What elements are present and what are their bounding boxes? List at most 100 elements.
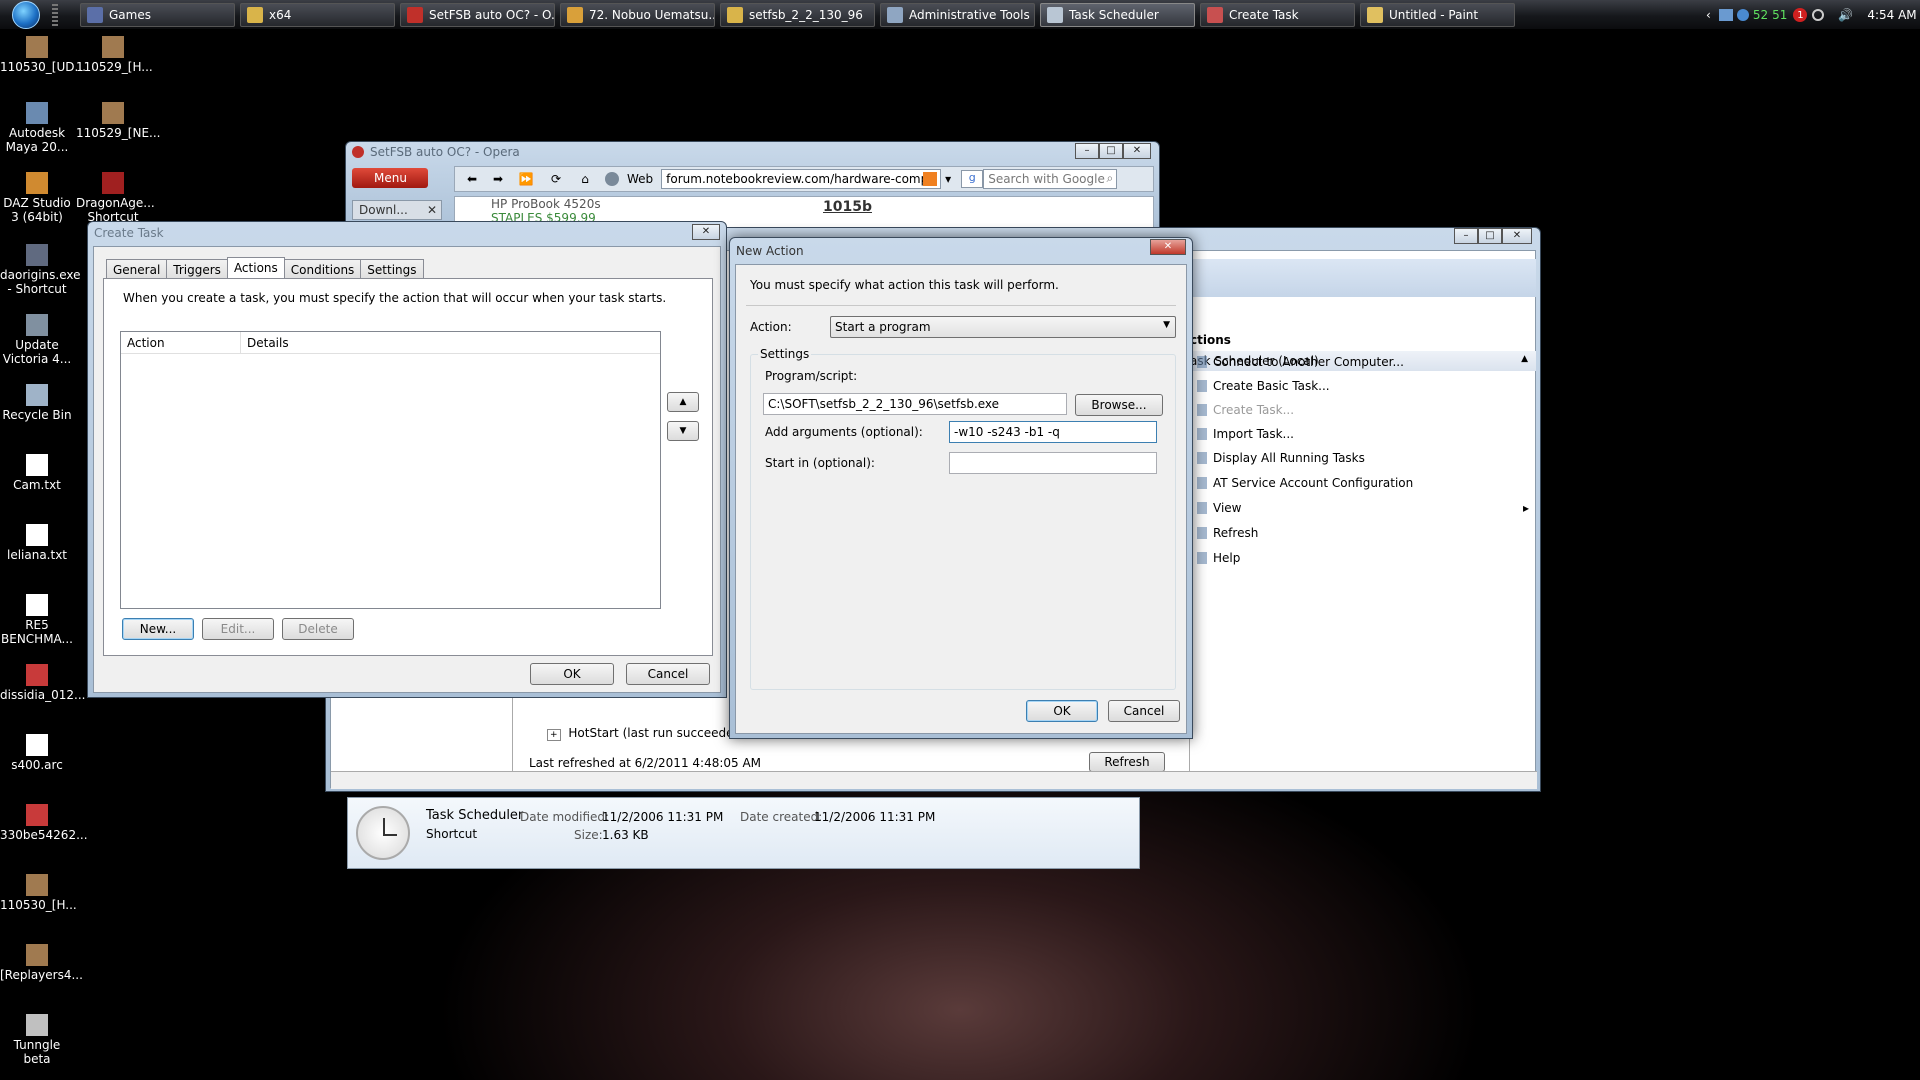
- taskbar-item[interactable]: Untitled - Paint: [1360, 3, 1515, 27]
- scheduler-minimize-button[interactable]: –: [1454, 228, 1478, 244]
- forward-icon[interactable]: ➡: [485, 172, 511, 186]
- desktop-icon[interactable]: Recycle Bin: [0, 384, 74, 422]
- desktop-icon[interactable]: [Replayers4...: [0, 944, 83, 982]
- create-task-cancel-button[interactable]: Cancel: [626, 663, 710, 685]
- create-task-titlebar[interactable]: Create Task: [88, 222, 726, 244]
- taskbar-item[interactable]: 72. Nobuo Uematsu...: [560, 3, 715, 27]
- home-icon[interactable]: ⌂: [571, 172, 599, 186]
- globe-icon[interactable]: [1736, 9, 1749, 21]
- desktop-icon[interactable]: s400.arc: [0, 734, 74, 772]
- clock[interactable]: 4:54 AM: [1867, 8, 1916, 22]
- new-action-ok-button[interactable]: OK: [1026, 700, 1098, 722]
- opera-tab-downloads[interactable]: Downl... ✕: [352, 200, 442, 220]
- desktop-icon[interactable]: Cam.txt: [0, 454, 74, 492]
- desktop-icon[interactable]: RE5 BENCHMA...: [0, 594, 74, 646]
- scheduler-action-item[interactable]: AT Service Account Configuration: [1197, 476, 1413, 490]
- tray-badge[interactable]: 1: [1793, 8, 1808, 22]
- tab-settings[interactable]: Settings: [360, 259, 424, 279]
- create-task-close-button[interactable]: ✕: [692, 224, 720, 240]
- address-bar[interactable]: forum.notebookreview.com/hardware-comp: [661, 169, 942, 189]
- search-box[interactable]: Search with Google ⌕: [983, 169, 1118, 189]
- desktop-icon[interactable]: DAZ Studio 3 (64bit): [0, 172, 74, 224]
- tab-close-icon[interactable]: ✕: [427, 203, 437, 217]
- desktop-icon-label: 110530_[H...: [0, 898, 77, 912]
- desktop-icon[interactable]: Update Victoria 4...: [0, 314, 74, 366]
- opera-menu-button[interactable]: Menu: [352, 168, 428, 188]
- program-field[interactable]: C:\SOFT\setfsb_2_2_130_96\setfsb.exe: [763, 393, 1067, 415]
- new-action-instruction: You must specify what action this task w…: [750, 278, 1059, 292]
- network-icon[interactable]: [1718, 9, 1733, 21]
- desktop-icon[interactable]: leliana.txt: [0, 524, 74, 562]
- desktop-icon[interactable]: daorigins.exe - Shortcut: [0, 244, 81, 296]
- volume-icon[interactable]: 🔊: [1838, 8, 1853, 22]
- google-icon[interactable]: g: [961, 170, 984, 188]
- scheduler-action-item[interactable]: Import Task...: [1197, 427, 1294, 441]
- scheduler-action-item[interactable]: Refresh: [1197, 526, 1258, 540]
- taskbar-item[interactable]: Create Task: [1200, 3, 1355, 27]
- new-action-close-button[interactable]: ✕: [1150, 239, 1186, 255]
- desktop-icon[interactable]: Tunngle beta: [0, 1014, 74, 1066]
- scheduler-action-item[interactable]: Connect to Another Computer...: [1197, 355, 1404, 369]
- col-action-header[interactable]: Action: [121, 332, 241, 353]
- tab-conditions[interactable]: Conditions: [283, 259, 362, 279]
- desktop-icon[interactable]: 110530_[UD...: [0, 36, 86, 74]
- collapse-icon[interactable]: ▲: [1521, 354, 1528, 364]
- browse-button[interactable]: Browse...: [1075, 394, 1163, 416]
- taskbar-item[interactable]: x64: [240, 3, 395, 27]
- scheduler-action-item[interactable]: View ▸: [1197, 501, 1529, 515]
- reload-icon[interactable]: ⟳: [541, 172, 571, 186]
- taskbar-item[interactable]: Administrative Tools: [880, 3, 1035, 27]
- maximize-button[interactable]: □: [1099, 143, 1123, 159]
- close-button[interactable]: ✕: [1123, 143, 1151, 159]
- start-button[interactable]: [4, 0, 48, 30]
- tab-triggers[interactable]: Triggers: [166, 259, 228, 279]
- desktop-icon[interactable]: Autodesk Maya 20...: [0, 102, 74, 154]
- address-dropdown-icon[interactable]: ▾: [945, 172, 951, 186]
- power-icon[interactable]: [1812, 9, 1825, 21]
- create-task-ok-button[interactable]: OK: [530, 663, 614, 685]
- desktop-icon[interactable]: 110529_[H...: [76, 36, 153, 74]
- actions-list[interactable]: Action Details: [120, 331, 661, 609]
- taskbar-item[interactable]: Games: [80, 3, 235, 27]
- move-down-button[interactable]: ▼: [667, 421, 699, 441]
- scheduler-refresh-button[interactable]: Refresh: [1089, 752, 1165, 772]
- delete-action-button[interactable]: Delete: [282, 618, 354, 640]
- taskbar-item[interactable]: setfsb_2_2_130_96: [720, 3, 875, 27]
- fast-forward-icon[interactable]: ⏩: [511, 172, 541, 186]
- minimize-button[interactable]: –: [1075, 143, 1099, 159]
- taskbar-grip[interactable]: [52, 3, 58, 26]
- rss-icon[interactable]: [923, 172, 938, 186]
- col-details-header[interactable]: Details: [241, 332, 295, 353]
- new-action-cancel-button[interactable]: Cancel: [1108, 700, 1180, 722]
- action-select[interactable]: Start a program ▼: [830, 316, 1176, 338]
- back-icon[interactable]: ⬅: [459, 172, 485, 186]
- desktop-icon[interactable]: 110529_[NE...: [76, 102, 161, 140]
- new-action-button[interactable]: New...: [122, 618, 194, 640]
- scheduler-action-item[interactable]: Help: [1197, 551, 1240, 565]
- chevron-left-icon[interactable]: ‹: [1706, 8, 1711, 22]
- hotstart-row[interactable]: + HotStart (last run succeeded at: [547, 726, 757, 741]
- startin-field[interactable]: [949, 452, 1157, 474]
- desktop-icon[interactable]: 110530_[H...: [0, 874, 77, 912]
- scheduler-action-item[interactable]: Create Task...: [1197, 403, 1294, 417]
- scheduler-action-item[interactable]: Create Basic Task...: [1197, 379, 1330, 393]
- desktop-icon[interactable]: dissidia_012...: [0, 664, 85, 702]
- scheduler-close-button[interactable]: ✕: [1502, 228, 1532, 244]
- desktop-icon[interactable]: DragonAge... Shortcut: [76, 172, 155, 224]
- scheduler-action-item[interactable]: Display All Running Tasks: [1197, 451, 1365, 465]
- tab-actions[interactable]: Actions: [226, 257, 285, 279]
- new-action-titlebar[interactable]: New Action: [730, 238, 1192, 264]
- taskbar-item[interactable]: SetFSB auto OC? - O...: [400, 3, 555, 27]
- scheduler-maximize-button[interactable]: □: [1478, 228, 1502, 244]
- opera-titlebar[interactable]: SetFSB auto OC? - Opera: [346, 142, 1159, 162]
- opera-logo-icon: [352, 146, 364, 158]
- tab-general[interactable]: General: [106, 259, 168, 279]
- expand-icon[interactable]: +: [547, 729, 561, 741]
- taskbar-item[interactable]: Task Scheduler: [1040, 3, 1195, 27]
- edit-action-button[interactable]: Edit...: [202, 618, 274, 640]
- move-up-button[interactable]: ▲: [667, 392, 699, 412]
- search-icon[interactable]: ⌕: [1106, 171, 1113, 186]
- opera-toolbar: ⬅ ➡ ⏩ ⟳ ⌂ Web forum.notebookreview.com/h…: [454, 166, 1154, 192]
- args-field[interactable]: -w10 -s243 -b1 -q: [949, 421, 1157, 443]
- desktop-icon[interactable]: 330be54262...: [0, 804, 88, 842]
